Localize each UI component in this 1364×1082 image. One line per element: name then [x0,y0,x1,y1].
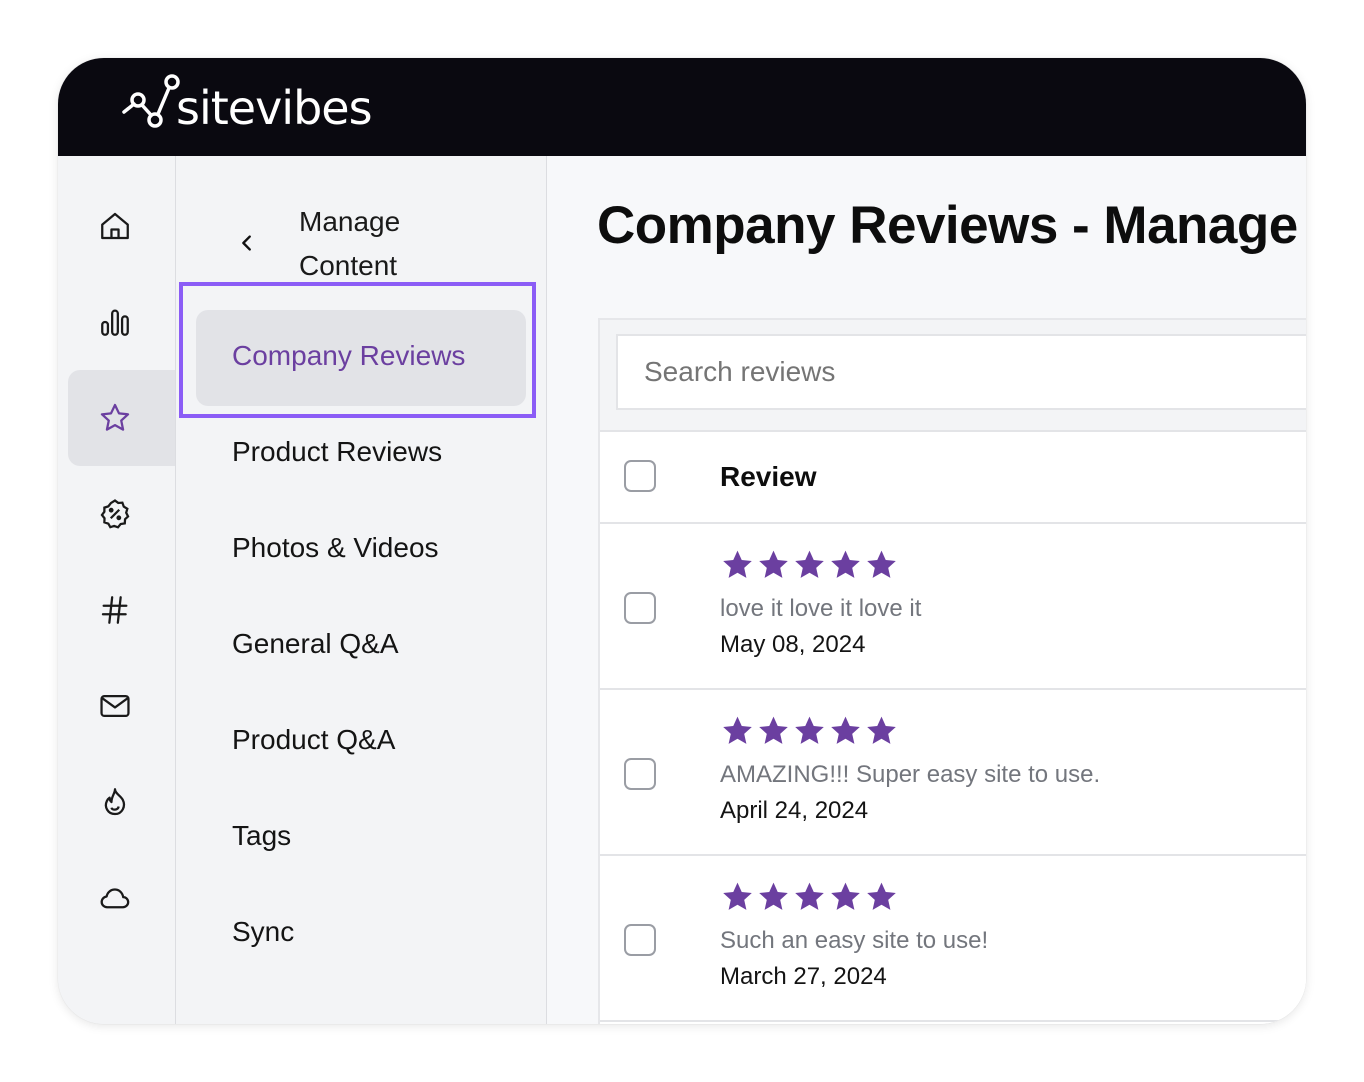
star-rating [720,714,899,749]
discount-badge-icon [100,499,129,529]
row-checkbox[interactable] [624,758,656,790]
star-icon [100,403,129,431]
star-icon [759,550,788,578]
select-all-checkbox[interactable] [624,460,656,492]
brand-name: sitevibes [176,81,373,135]
review-text: Such an easy site to use! [720,927,989,954]
sidebar-item-product-qa[interactable]: Product Q&A [232,720,395,760]
star-icon [867,716,896,744]
home-icon [100,212,129,240]
sidebar-item-sync[interactable]: Sync [232,912,294,952]
table-row[interactable]: love it love it love it May 08, 2024 [600,524,1306,690]
star-icon [723,882,752,910]
page-title: Company Reviews - Manage C [597,196,1306,255]
flame-icon [104,788,125,816]
review-date: April 24, 2024 [720,797,869,824]
table-header: Review [600,432,1306,524]
logo-mark-icon [122,74,180,128]
star-icon [867,882,896,910]
row-checkbox[interactable] [624,924,656,956]
rail-item-trending[interactable] [68,754,175,850]
star-icon [759,882,788,910]
chevron-left-icon [242,235,251,251]
star-icon [795,882,824,910]
review-text: AMAZING!!! Super easy site to use. [720,761,1101,788]
mail-icon [99,694,130,718]
icon-rail [58,156,176,1024]
star-icon [723,550,752,578]
reviews-panel: Review love it love it love it May 08, 2… [598,318,1306,1024]
star-rating [720,880,899,915]
subnav-title: Manage Content [299,206,401,281]
rail-item-discounts[interactable] [68,466,175,562]
sidebar-item-tags[interactable]: Tags [232,816,291,856]
table-row[interactable]: Such an easy site to use! March 27, 2024 [600,856,1306,1022]
sidebar-item-photos-videos[interactable]: Photos & Videos [232,528,439,568]
star-icon [831,882,860,910]
star-icon [831,550,860,578]
search-bar [600,320,1306,432]
column-header-review[interactable]: Review [720,458,817,496]
star-icon [795,550,824,578]
star-icon [831,716,860,744]
rail-item-mail[interactable] [68,658,175,754]
search-input[interactable] [616,334,1306,410]
content-subnav: Manage Content Company Reviews Product R… [176,156,547,1024]
main-content: Company Reviews - Manage C Review love i… [547,156,1306,1024]
table-row[interactable]: AMAZING!!! Super easy site to use. April… [600,690,1306,856]
cloud-icon [100,888,129,909]
sidebar-item-general-qa[interactable]: General Q&A [232,624,399,664]
rail-item-reviews[interactable] [68,370,175,466]
review-date: March 27, 2024 [720,963,887,990]
sidebar-item-product-reviews[interactable]: Product Reviews [232,432,442,472]
star-icon [723,716,752,744]
focus-highlight-outline [179,282,536,418]
bar-chart-icon [100,309,129,336]
rail-item-home[interactable] [68,178,175,274]
star-icon [759,716,788,744]
rail-item-hashtags[interactable] [68,562,175,658]
star-icon [867,550,896,578]
star-rating [720,548,899,583]
back-button[interactable] [236,232,258,259]
star-icon [795,716,824,744]
review-text: love it love it love it [720,595,922,622]
top-bar: sitevibes [58,58,1306,156]
sitevibes-logo[interactable]: sitevibes [122,68,382,146]
review-date: May 08, 2024 [720,631,866,658]
rail-item-cloud[interactable] [68,850,175,946]
row-checkbox[interactable] [624,592,656,624]
app-window: sitevibes Manage Content Company Reviews… [58,58,1306,1024]
rail-item-analytics[interactable] [68,274,175,370]
hashtag-icon [101,596,127,624]
